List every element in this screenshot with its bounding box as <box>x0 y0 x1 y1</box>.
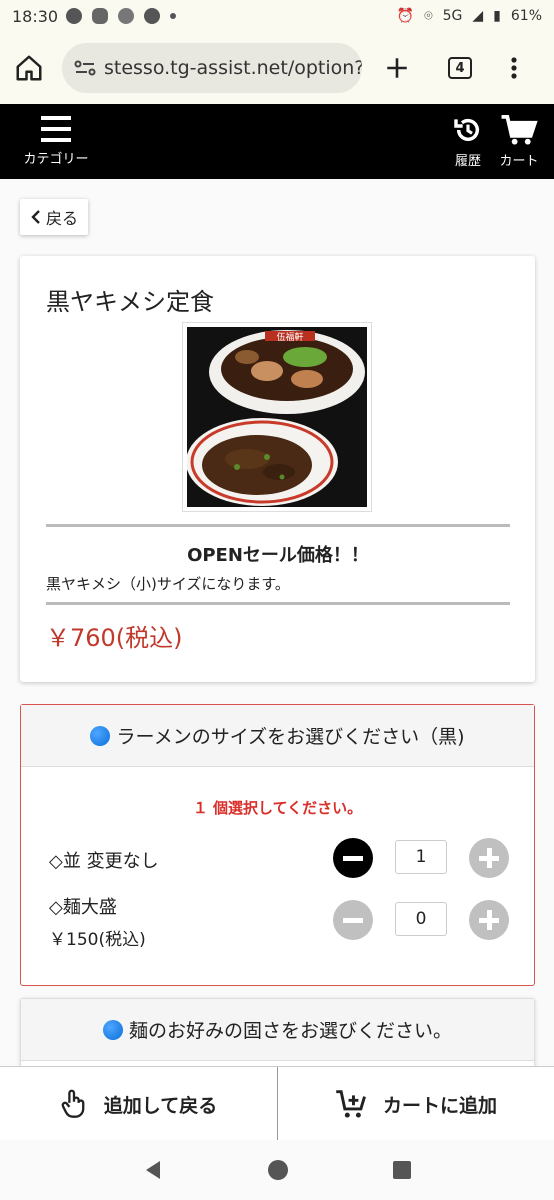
bowl-logo-text: 伍福軒 <box>276 331 303 343</box>
signal-icon: ◢ <box>472 8 484 24</box>
decrement-button[interactable] <box>333 838 373 878</box>
hand-pointer-icon <box>61 1089 85 1118</box>
quantity-value[interactable]: 1 <box>395 840 447 874</box>
category-menu-button[interactable]: カテゴリー <box>18 114 94 167</box>
more-notifications-dot <box>170 13 177 19</box>
back-label: 戻る <box>45 209 78 228</box>
cart-icon <box>501 115 538 145</box>
add-and-back-label: 追加して戻る <box>103 1094 218 1117</box>
location-icon: ⌾ <box>424 8 433 24</box>
option-label-large: ◇麺大盛 <box>49 897 117 918</box>
product-title: 黒ヤキメシ定食 <box>46 288 214 316</box>
history-button[interactable]: 履歴 <box>448 114 488 169</box>
cart-plus-icon <box>336 1090 366 1118</box>
tab-count: 4 <box>448 57 472 79</box>
option-heading-text: 麺のお好みの固さをお選びください。 <box>128 1020 452 1042</box>
eye-icon <box>118 8 135 24</box>
option-heading-text: ラーメンのサイズをお選びください（黒) <box>116 726 465 748</box>
back-triangle-icon[interactable] <box>142 1159 164 1181</box>
battery-level: 61% <box>510 8 542 24</box>
cart-button[interactable]: カート <box>494 114 544 169</box>
d-app-icon <box>144 8 161 24</box>
url-text: stesso.tg-assist.net/option? <box>104 57 362 79</box>
sale-text: OPENセール価格！！ <box>187 545 369 566</box>
notification-icons <box>66 8 177 24</box>
back-button[interactable]: 戻る <box>20 199 88 235</box>
quantity-stepper-large: 0 <box>333 900 511 940</box>
site-navbar: カテゴリー 履歴 カート <box>0 104 554 179</box>
category-label: カテゴリー <box>23 152 89 167</box>
status-time: 18:30 <box>12 6 59 26</box>
divider <box>46 602 510 605</box>
browser-toolbar: stesso.tg-assist.net/option? 4 <box>0 32 554 104</box>
quantity-stepper-regular: 1 <box>333 838 511 878</box>
home-icon[interactable] <box>14 53 44 83</box>
increment-button[interactable] <box>469 900 509 940</box>
network-type: 5G <box>442 8 463 24</box>
battery-icon: ▮ <box>493 8 501 24</box>
add-and-back-button[interactable]: 追加して戻る <box>0 1067 277 1141</box>
hamburger-icon <box>41 116 71 142</box>
option-label-regular: ◇並 変更なし <box>49 851 159 872</box>
line-app-icon <box>92 8 109 24</box>
option-group-size: ラーメンのサイズをお選びください（黒) １ 個選択してください。 ◇並 変更なし… <box>20 704 535 986</box>
increment-button[interactable] <box>469 838 509 878</box>
new-tab-button[interactable] <box>384 55 410 81</box>
history-icon <box>454 118 480 141</box>
product-description: 黒ヤキメシ（小)サイズになります。 <box>46 575 290 593</box>
product-image: 伍福軒 <box>182 322 372 512</box>
cart-label: カート <box>499 154 539 169</box>
decrement-button[interactable] <box>333 900 373 940</box>
plus-icon <box>387 58 407 78</box>
recents-square-icon[interactable] <box>392 1160 412 1180</box>
add-to-cart-label: カートに追加 <box>382 1094 497 1117</box>
food-photo: 伍福軒 <box>187 327 367 507</box>
notification-icon <box>66 8 83 24</box>
add-to-cart-button[interactable]: カートに追加 <box>277 1067 554 1141</box>
alarm-icon: ⏰ <box>396 8 415 24</box>
site-settings-icon[interactable] <box>74 59 96 77</box>
system-navigation-bar <box>0 1140 554 1200</box>
option-heading: ラーメンのサイズをお選びください（黒) <box>21 705 534 767</box>
url-field[interactable]: stesso.tg-assist.net/option? <box>62 43 362 93</box>
chevron-left-icon <box>31 210 40 224</box>
home-circle-icon[interactable] <box>267 1159 289 1181</box>
product-price: ￥760(税込) <box>46 624 183 652</box>
divider <box>46 524 510 527</box>
selection-note: １ 個選択してください。 <box>192 799 363 817</box>
status-right: ⏰ ⌾ 5G ◢ ▮ 61% <box>397 8 542 24</box>
bottom-action-bar: 追加して戻る カートに追加 <box>0 1066 554 1141</box>
quantity-value[interactable]: 0 <box>395 902 447 936</box>
tab-switcher-button[interactable]: 4 <box>448 57 472 79</box>
blue-dot-icon <box>102 1019 123 1040</box>
history-label: 履歴 <box>454 154 481 169</box>
status-bar: 18:30 ⏰ ⌾ 5G ◢ ▮ 61% <box>0 0 554 32</box>
blue-dot-icon <box>90 725 111 746</box>
option-heading: 麺のお好みの固さをお選びください。 <box>21 999 534 1061</box>
option-price-large: ￥150(税込) <box>49 930 146 950</box>
product-card: 黒ヤキメシ定食 伍福軒 OPENセール価格！！ 黒ヤキメシ（小)サイズになります… <box>20 256 535 682</box>
menu-dots-icon[interactable] <box>510 56 518 80</box>
